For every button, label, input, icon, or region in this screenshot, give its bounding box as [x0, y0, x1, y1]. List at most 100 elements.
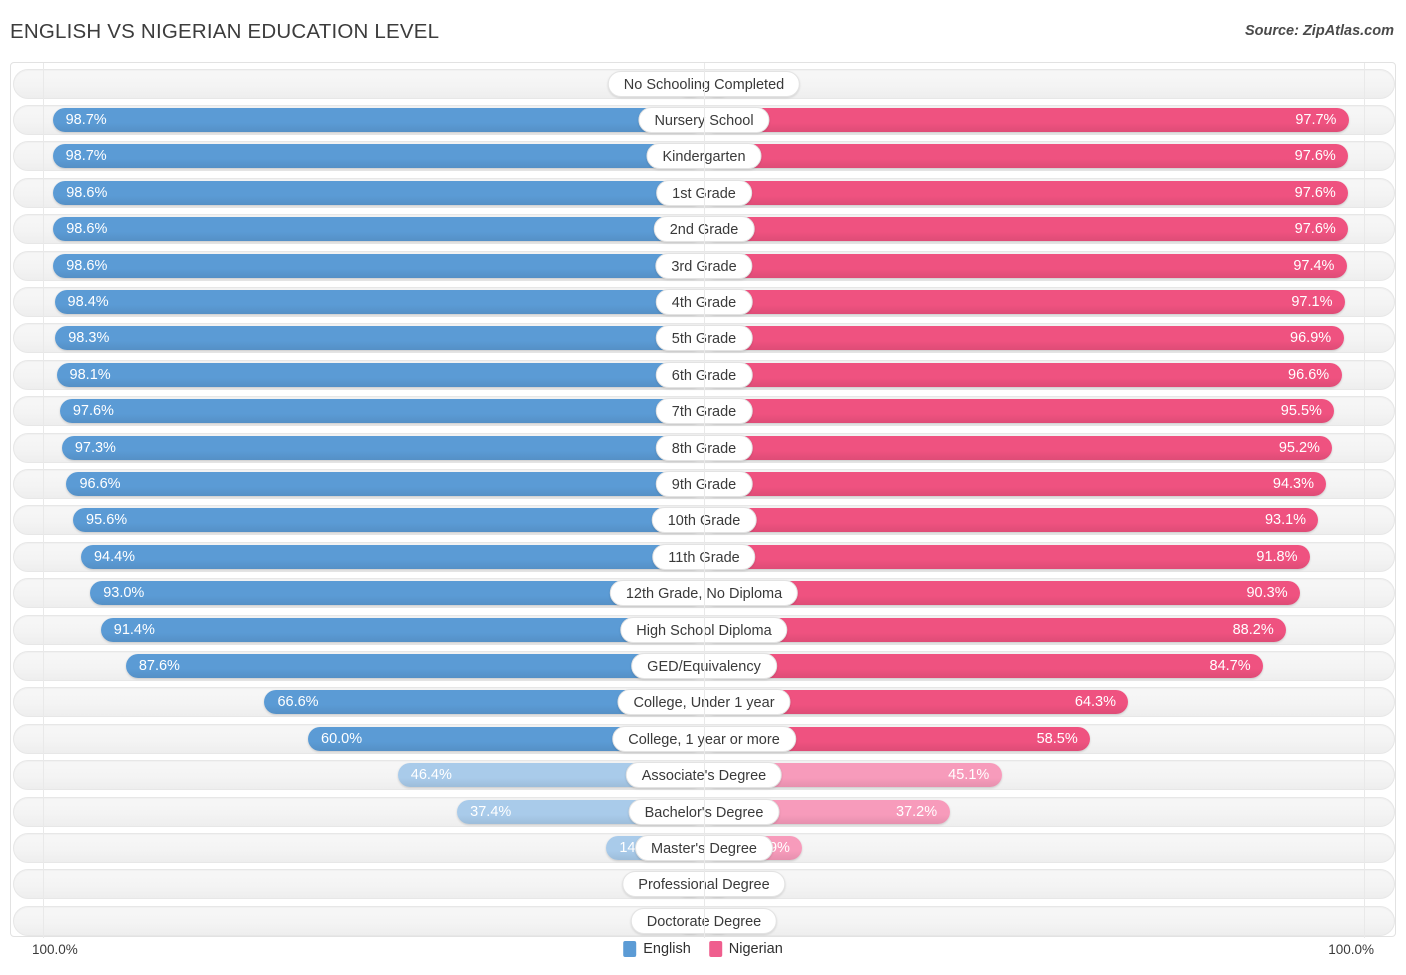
english-value-label: 98.6%	[66, 257, 108, 274]
category-label: 2nd Grade	[653, 216, 755, 243]
category-label: 10th Grade	[651, 507, 757, 534]
nigerian-bar[interactable]	[704, 362, 1342, 387]
english-value-label: 98.3%	[68, 330, 110, 347]
english-bar[interactable]	[59, 399, 704, 424]
category-label: 1st Grade	[656, 179, 752, 206]
bar-row: 97.6% 95.5% 7th Grade	[13, 396, 1395, 427]
english-bar[interactable]	[73, 508, 704, 533]
english-bar[interactable]	[125, 653, 704, 678]
category-label: 5th Grade	[655, 325, 753, 352]
nigerian-value-label: 91.8%	[1256, 548, 1298, 565]
bar-row: 1.4%2.3%No Schooling Completed	[13, 68, 1395, 99]
nigerian-bar[interactable]	[704, 435, 1333, 460]
chart-footer: 100.0% English Nigerian 100.0%	[10, 937, 1396, 971]
english-value-label: 95.6%	[86, 512, 128, 529]
axis-label-right: 100.0%	[1328, 942, 1374, 957]
nigerian-bar[interactable]	[704, 144, 1349, 169]
category-label: Bachelor's Degree	[628, 798, 780, 825]
english-value-label: 37.4%	[470, 803, 512, 820]
category-label: Kindergarten	[646, 143, 762, 170]
bar-row: 60.0% 58.5% College, 1 year or more	[13, 723, 1395, 754]
category-label: No Schooling Completed	[607, 70, 801, 97]
bar-row: 1.9%1.8%Doctorate Degree	[13, 905, 1395, 936]
category-label: 11th Grade	[652, 543, 756, 570]
nigerian-value-label: 97.6%	[1294, 184, 1336, 201]
english-value-label: 60.0%	[321, 730, 363, 747]
english-bar[interactable]	[80, 544, 704, 569]
nigerian-value-label: 58.5%	[1036, 730, 1078, 747]
nigerian-value-label: 95.5%	[1280, 403, 1322, 420]
nigerian-value-label: 37.2%	[896, 803, 938, 820]
bar-row: 97.3% 95.2% 8th Grade	[13, 432, 1395, 463]
nigerian-bar[interactable]	[704, 471, 1327, 496]
category-label: Associate's Degree	[625, 762, 783, 789]
english-bar[interactable]	[53, 253, 704, 278]
category-label: Professional Degree	[622, 871, 786, 898]
english-bar[interactable]	[53, 217, 704, 242]
nigerian-bar[interactable]	[704, 399, 1335, 424]
english-bar[interactable]	[100, 617, 704, 642]
english-bar[interactable]	[56, 362, 704, 387]
chart-header: ENGLISH VS NIGERIAN EDUCATION LEVEL Sour…	[0, 0, 1406, 62]
nigerian-bar[interactable]	[704, 326, 1344, 351]
bar-row: 66.6% 64.3% College, Under 1 year	[13, 687, 1395, 718]
nigerian-value-label: 96.9%	[1290, 330, 1332, 347]
legend-label: English	[643, 941, 691, 957]
source-label: Source: ZipAtlas.com	[1244, 23, 1394, 39]
english-value-label: 46.4%	[410, 767, 452, 784]
bar-rows-container: 1.4%2.3%No Schooling Completed 98.7% 97.7%…	[11, 63, 1397, 938]
bar-row: 96.6% 94.3% 9th Grade	[13, 468, 1395, 499]
english-bar[interactable]	[54, 289, 704, 314]
bar-row: 46.4% 45.1% Associate's Degree	[13, 760, 1395, 791]
nigerian-bar[interactable]	[704, 617, 1287, 642]
nigerian-value-label: 88.2%	[1232, 621, 1274, 638]
category-label: Doctorate Degree	[630, 907, 778, 934]
english-value-label: 98.4%	[67, 293, 109, 310]
nigerian-value-label: 90.3%	[1246, 585, 1288, 602]
bar-row: 91.4% 88.2% High School Diploma	[13, 614, 1395, 645]
nigerian-value-label: 94.3%	[1272, 475, 1314, 492]
bar-row: 94.4% 91.8% 11th Grade	[13, 541, 1395, 572]
english-bar[interactable]	[66, 471, 704, 496]
english-bar[interactable]	[53, 180, 704, 205]
english-bar[interactable]	[52, 107, 704, 132]
category-label: GED/Equivalency	[631, 652, 777, 679]
nigerian-bar[interactable]	[704, 180, 1349, 205]
legend: English Nigerian	[623, 941, 783, 957]
category-label: 4th Grade	[655, 288, 753, 315]
nigerian-bar[interactable]	[704, 289, 1345, 314]
english-value-label: 98.6%	[66, 184, 108, 201]
bar-row: 4.4%4.2%Professional Degree	[13, 869, 1395, 900]
nigerian-bar[interactable]	[704, 544, 1310, 569]
english-bar[interactable]	[61, 435, 704, 460]
nigerian-bar[interactable]	[704, 653, 1264, 678]
nigerian-bar[interactable]	[704, 107, 1349, 132]
legend-item-english[interactable]: English	[623, 941, 691, 957]
english-value-label: 98.1%	[69, 366, 111, 383]
category-label: 8th Grade	[655, 434, 753, 461]
nigerian-value-label: 45.1%	[948, 767, 990, 784]
nigerian-bar[interactable]	[704, 217, 1349, 242]
english-value-label: 87.6%	[138, 657, 180, 674]
nigerian-value-label: 95.2%	[1278, 439, 1320, 456]
legend-item-nigerian[interactable]: Nigerian	[708, 941, 783, 957]
english-bar[interactable]	[55, 326, 704, 351]
category-label: Master's Degree	[635, 834, 773, 861]
legend-swatch-icon	[623, 941, 637, 957]
nigerian-bar[interactable]	[704, 508, 1319, 533]
english-value-label: 91.4%	[113, 621, 155, 638]
bar-row: 98.7% 97.6% Kindergarten	[13, 141, 1395, 172]
nigerian-bar[interactable]	[704, 253, 1347, 278]
english-value-label: 97.6%	[72, 403, 114, 420]
bar-row: 14.8%14.9%Master's Degree	[13, 832, 1395, 863]
legend-swatch-icon	[708, 941, 722, 957]
nigerian-value-label: 97.7%	[1295, 111, 1337, 128]
axis-label-left: 100.0%	[32, 942, 78, 957]
chart-frame: 1.4%2.3%No Schooling Completed 98.7% 97.7%…	[10, 62, 1397, 938]
english-bar[interactable]	[52, 144, 704, 169]
bar-row: 93.0% 90.3% 12th Grade, No Diploma	[13, 578, 1395, 609]
english-value-label: 94.4%	[93, 548, 136, 565]
english-value-label: 66.6%	[277, 694, 319, 711]
bar-row: 95.6% 93.1% 10th Grade	[13, 505, 1395, 536]
category-label: High School Diploma	[620, 616, 788, 643]
